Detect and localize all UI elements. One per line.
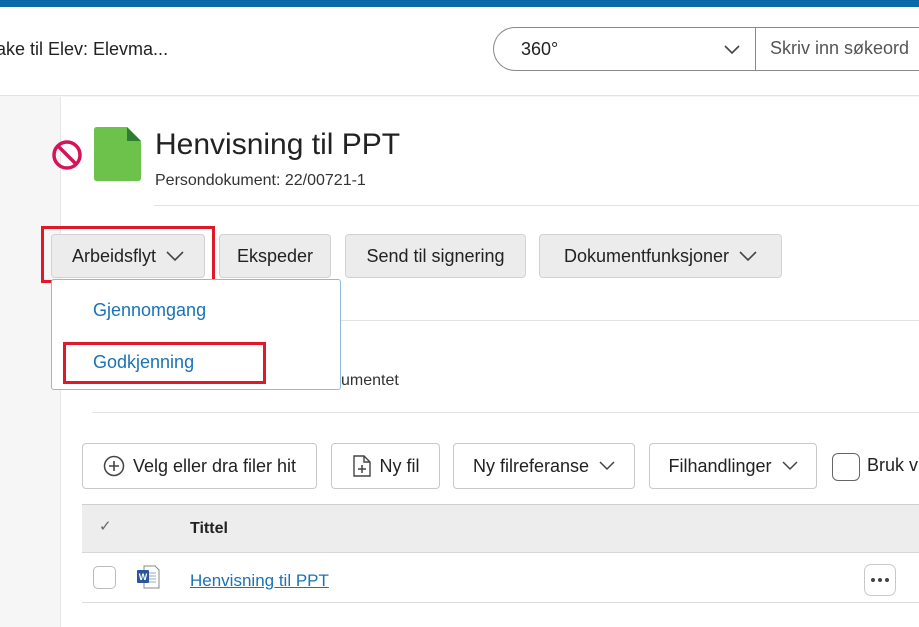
document-number: Persondokument: 22/00721-1 xyxy=(155,172,366,189)
row-checkbox[interactable] xyxy=(93,566,116,589)
file-actions-label: Filhandlinger xyxy=(668,455,772,476)
send-for-signing-label: Send til signering xyxy=(366,245,505,266)
option-text: umentet xyxy=(341,372,399,389)
scope-select[interactable]: 360° xyxy=(493,27,755,71)
document-icon xyxy=(94,127,141,186)
files-table-header: ✓ Tittel xyxy=(82,504,919,553)
chevron-down-icon xyxy=(782,461,798,471)
workflow-button[interactable]: Arbeidsflyt xyxy=(51,234,205,278)
page-title: Henvisning til PPT xyxy=(155,128,401,161)
blocked-icon xyxy=(51,139,83,176)
menu-item-approval[interactable]: Godkjenning xyxy=(93,352,194,373)
more-actions-button[interactable] xyxy=(864,564,896,596)
new-file-reference-button[interactable]: Ny filreferanse xyxy=(453,443,635,489)
table-row: W Henvisning til PPT xyxy=(82,553,919,603)
new-file-reference-label: Ny filreferanse xyxy=(472,455,590,476)
chevron-down-icon xyxy=(599,461,615,471)
back-link[interactable]: ake til Elev: Elevma... xyxy=(0,39,168,60)
search-box[interactable] xyxy=(755,27,919,71)
dot xyxy=(878,578,882,582)
column-header-title[interactable]: Tittel xyxy=(190,520,228,538)
scope-select-value: 360° xyxy=(521,39,559,59)
dispatch-button[interactable]: Ekspeder xyxy=(219,234,331,278)
chevron-down-icon xyxy=(166,246,184,267)
use-checkbox[interactable] xyxy=(832,453,860,481)
select-files-button[interactable]: Velg eller dra filer hit xyxy=(82,443,317,489)
menu-item-review[interactable]: Gjennomgang xyxy=(93,300,206,321)
workflow-button-label: Arbeidsflyt xyxy=(71,245,157,266)
select-all-check[interactable]: ✓ xyxy=(99,517,112,535)
document-functions-label: Dokumentfunksjoner xyxy=(563,245,730,266)
use-checkbox-label: Bruk v xyxy=(867,455,919,475)
select-files-label: Velg eller dra filer hit xyxy=(132,455,297,476)
dot xyxy=(885,578,889,582)
chevron-down-icon xyxy=(723,41,741,64)
app-header: ake til Elev: Elevma... 360° xyxy=(0,7,919,96)
send-for-signing-button[interactable]: Send til signering xyxy=(345,234,526,278)
divider xyxy=(154,205,919,206)
file-actions-button[interactable]: Filhandlinger xyxy=(649,443,817,489)
document-functions-button[interactable]: Dokumentfunksjoner xyxy=(539,234,782,278)
new-file-icon xyxy=(352,455,372,477)
divider xyxy=(92,412,919,413)
new-file-label: Ny fil xyxy=(379,455,420,476)
top-accent-bar xyxy=(0,0,919,7)
svg-text:W: W xyxy=(139,572,148,582)
search-input[interactable] xyxy=(770,38,919,59)
add-circle-icon xyxy=(103,455,125,477)
dot xyxy=(871,578,875,582)
workflow-dropdown-menu: Gjennomgang Godkjenning xyxy=(51,279,341,390)
file-link[interactable]: Henvisning til PPT xyxy=(190,571,329,591)
word-doc-icon: W xyxy=(136,565,160,594)
dispatch-button-label: Ekspeder xyxy=(236,245,314,266)
chevron-down-icon xyxy=(739,246,757,267)
new-file-button[interactable]: Ny fil xyxy=(331,443,440,489)
